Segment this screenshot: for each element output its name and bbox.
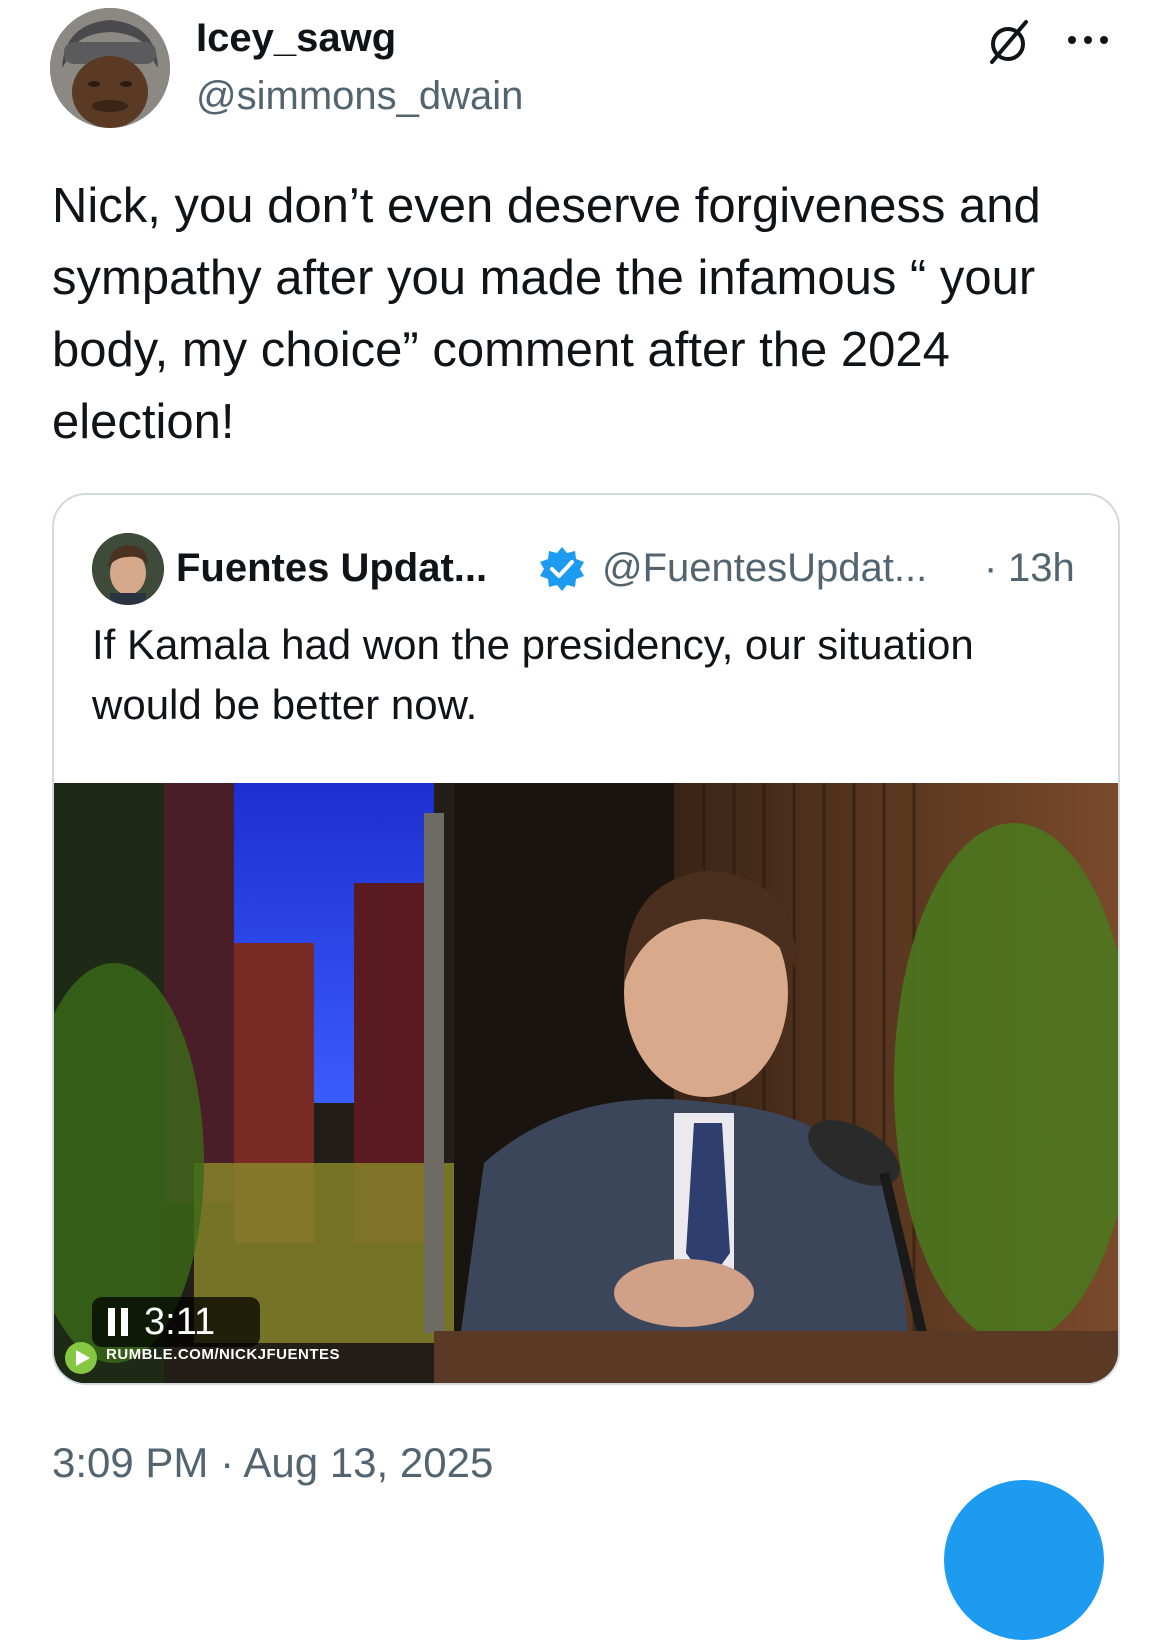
quoted-avatar-image	[92, 533, 164, 605]
tweet-timestamp[interactable]: 3:09 PM · Aug 13, 2025	[52, 1436, 493, 1490]
avatar-image	[50, 8, 170, 128]
quoted-author-avatar[interactable]	[92, 533, 164, 605]
rumble-logo-icon	[64, 1341, 98, 1375]
quoted-author-handle[interactable]: @FuentesUpdat...	[602, 541, 927, 595]
video-player[interactable]	[54, 783, 1118, 1383]
video-timer-badge[interactable]: 3:11	[92, 1297, 260, 1347]
quoted-separator: ·	[984, 546, 998, 590]
quoted-tweet-text: If Kamala had won the presidency, our si…	[92, 621, 974, 728]
quoted-author-display-name[interactable]: Fuentes Updat...	[176, 541, 487, 595]
author-display-name[interactable]: Icey_sawg	[196, 12, 396, 64]
author-handle[interactable]: @simmons_dwain	[196, 70, 523, 122]
more-icon[interactable]	[1062, 24, 1116, 54]
tweet-text: Nick, you don’t even deserve forgiveness…	[52, 179, 1041, 449]
verified-badge-icon	[538, 545, 586, 593]
video-duration: 3:11	[144, 1301, 216, 1343]
video-frame	[54, 783, 1118, 1383]
pause-icon[interactable]	[108, 1308, 130, 1336]
mute-icon[interactable]	[980, 14, 1036, 70]
compose-fab-button[interactable]	[944, 1480, 1104, 1640]
video-watermark: RUMBLE.COM/NICKJFUENTES	[106, 1346, 341, 1363]
author-avatar[interactable]	[50, 8, 170, 128]
quoted-time[interactable]: 13h	[1008, 541, 1075, 595]
quoted-tweet-card[interactable]: Fuentes Updat... @FuentesUpdat... · 13h …	[52, 493, 1120, 1385]
